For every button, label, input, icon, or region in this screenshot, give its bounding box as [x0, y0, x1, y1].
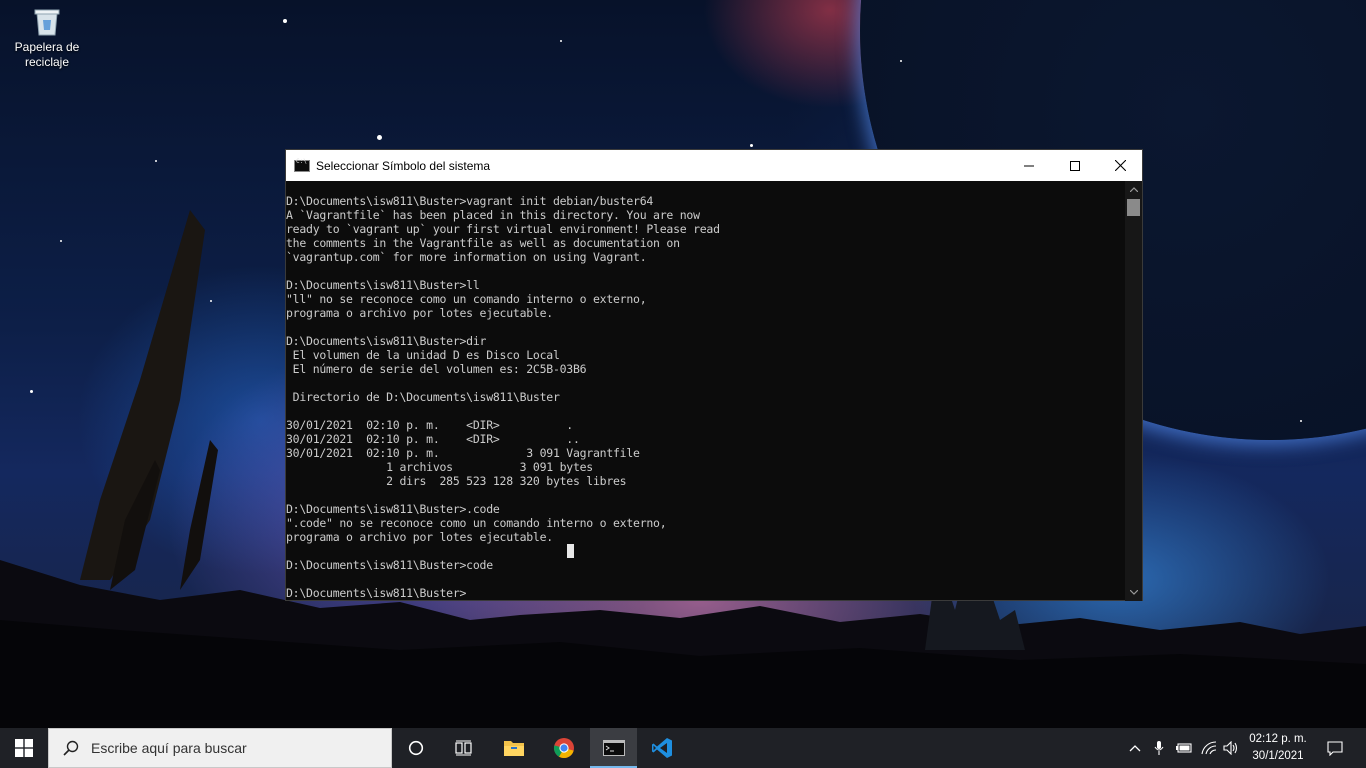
taskbar: Escribe aquí para buscar 02:12 p. m. 30/… — [0, 728, 1366, 768]
star — [750, 144, 753, 147]
minimize-button[interactable] — [1006, 150, 1052, 181]
text-cursor — [567, 544, 574, 558]
chrome-icon — [553, 738, 574, 759]
close-icon — [1114, 160, 1126, 171]
recycle-bin-label-line2: reciclaje — [24, 55, 69, 69]
maximize-icon — [1070, 160, 1080, 171]
chevron-up-icon — [1129, 745, 1141, 752]
recycle-bin-shortcut[interactable]: Papelera de reciclaje — [8, 6, 86, 70]
recycle-bin-icon — [34, 8, 60, 36]
battery-icon — [1176, 743, 1192, 753]
volume-icon — [1223, 741, 1238, 755]
wifi-icon — [1201, 741, 1217, 755]
command-prompt-window[interactable]: Seleccionar Símbolo del sistema D:\Docum… — [285, 149, 1143, 601]
search-box[interactable]: Escribe aquí para buscar — [48, 728, 392, 768]
action-center-button[interactable] — [1318, 728, 1352, 768]
file-explorer-icon — [504, 741, 524, 756]
microphone-button[interactable] — [1148, 728, 1170, 768]
chevron-down-icon — [1129, 590, 1138, 595]
task-view-icon — [455, 740, 472, 756]
star — [1300, 420, 1302, 422]
notification-icon — [1327, 740, 1343, 756]
chrome-button[interactable] — [540, 728, 588, 768]
console-output[interactable]: D:\Documents\isw811\Buster>vagrant init … — [286, 181, 1126, 601]
system-clock[interactable]: 02:12 p. m. 30/1/2021 — [1243, 731, 1313, 765]
rock-spires — [80, 210, 218, 590]
cmd-icon — [294, 158, 310, 172]
star — [283, 19, 287, 23]
maximize-button[interactable] — [1052, 150, 1098, 181]
star — [560, 40, 562, 42]
microphone-icon — [1154, 741, 1164, 755]
minimize-icon — [1024, 165, 1034, 166]
battery-button[interactable] — [1172, 728, 1196, 768]
vscode-icon — [652, 738, 672, 758]
cortana-button[interactable] — [392, 728, 440, 768]
star — [900, 60, 902, 62]
console-text: D:\Documents\isw811\Buster>vagrant init … — [286, 194, 720, 600]
recycle-bin-label-line1: Papelera de — [14, 40, 80, 54]
scroll-up-button[interactable] — [1125, 181, 1142, 198]
command-prompt-icon — [602, 740, 625, 756]
window-title: Seleccionar Símbolo del sistema — [316, 158, 491, 173]
windows-start-icon — [15, 739, 33, 757]
window-titlebar[interactable]: Seleccionar Símbolo del sistema — [286, 150, 1142, 181]
chevron-up-icon — [1129, 187, 1138, 192]
task-view-button[interactable] — [440, 728, 488, 768]
clock-time: 02:12 p. m. — [1249, 733, 1307, 745]
star — [377, 135, 382, 140]
wifi-button[interactable] — [1198, 728, 1220, 768]
cortana-icon — [408, 740, 424, 756]
close-button[interactable] — [1097, 150, 1143, 181]
scrollbar-thumb[interactable] — [1127, 199, 1140, 216]
volume-button[interactable] — [1220, 728, 1242, 768]
vscode-button[interactable] — [638, 728, 686, 768]
star — [155, 160, 157, 162]
clock-date: 30/1/2021 — [1252, 750, 1304, 762]
start-button[interactable] — [0, 728, 48, 768]
show-hidden-icons-button[interactable] — [1124, 728, 1146, 768]
vertical-scrollbar[interactable] — [1125, 181, 1142, 601]
search-icon — [63, 740, 79, 756]
scroll-down-button[interactable] — [1125, 584, 1142, 601]
search-placeholder: Escribe aquí para buscar — [91, 740, 247, 756]
star — [30, 390, 33, 393]
command-prompt-taskbar-button[interactable] — [590, 728, 637, 768]
file-explorer-button[interactable] — [490, 728, 538, 768]
